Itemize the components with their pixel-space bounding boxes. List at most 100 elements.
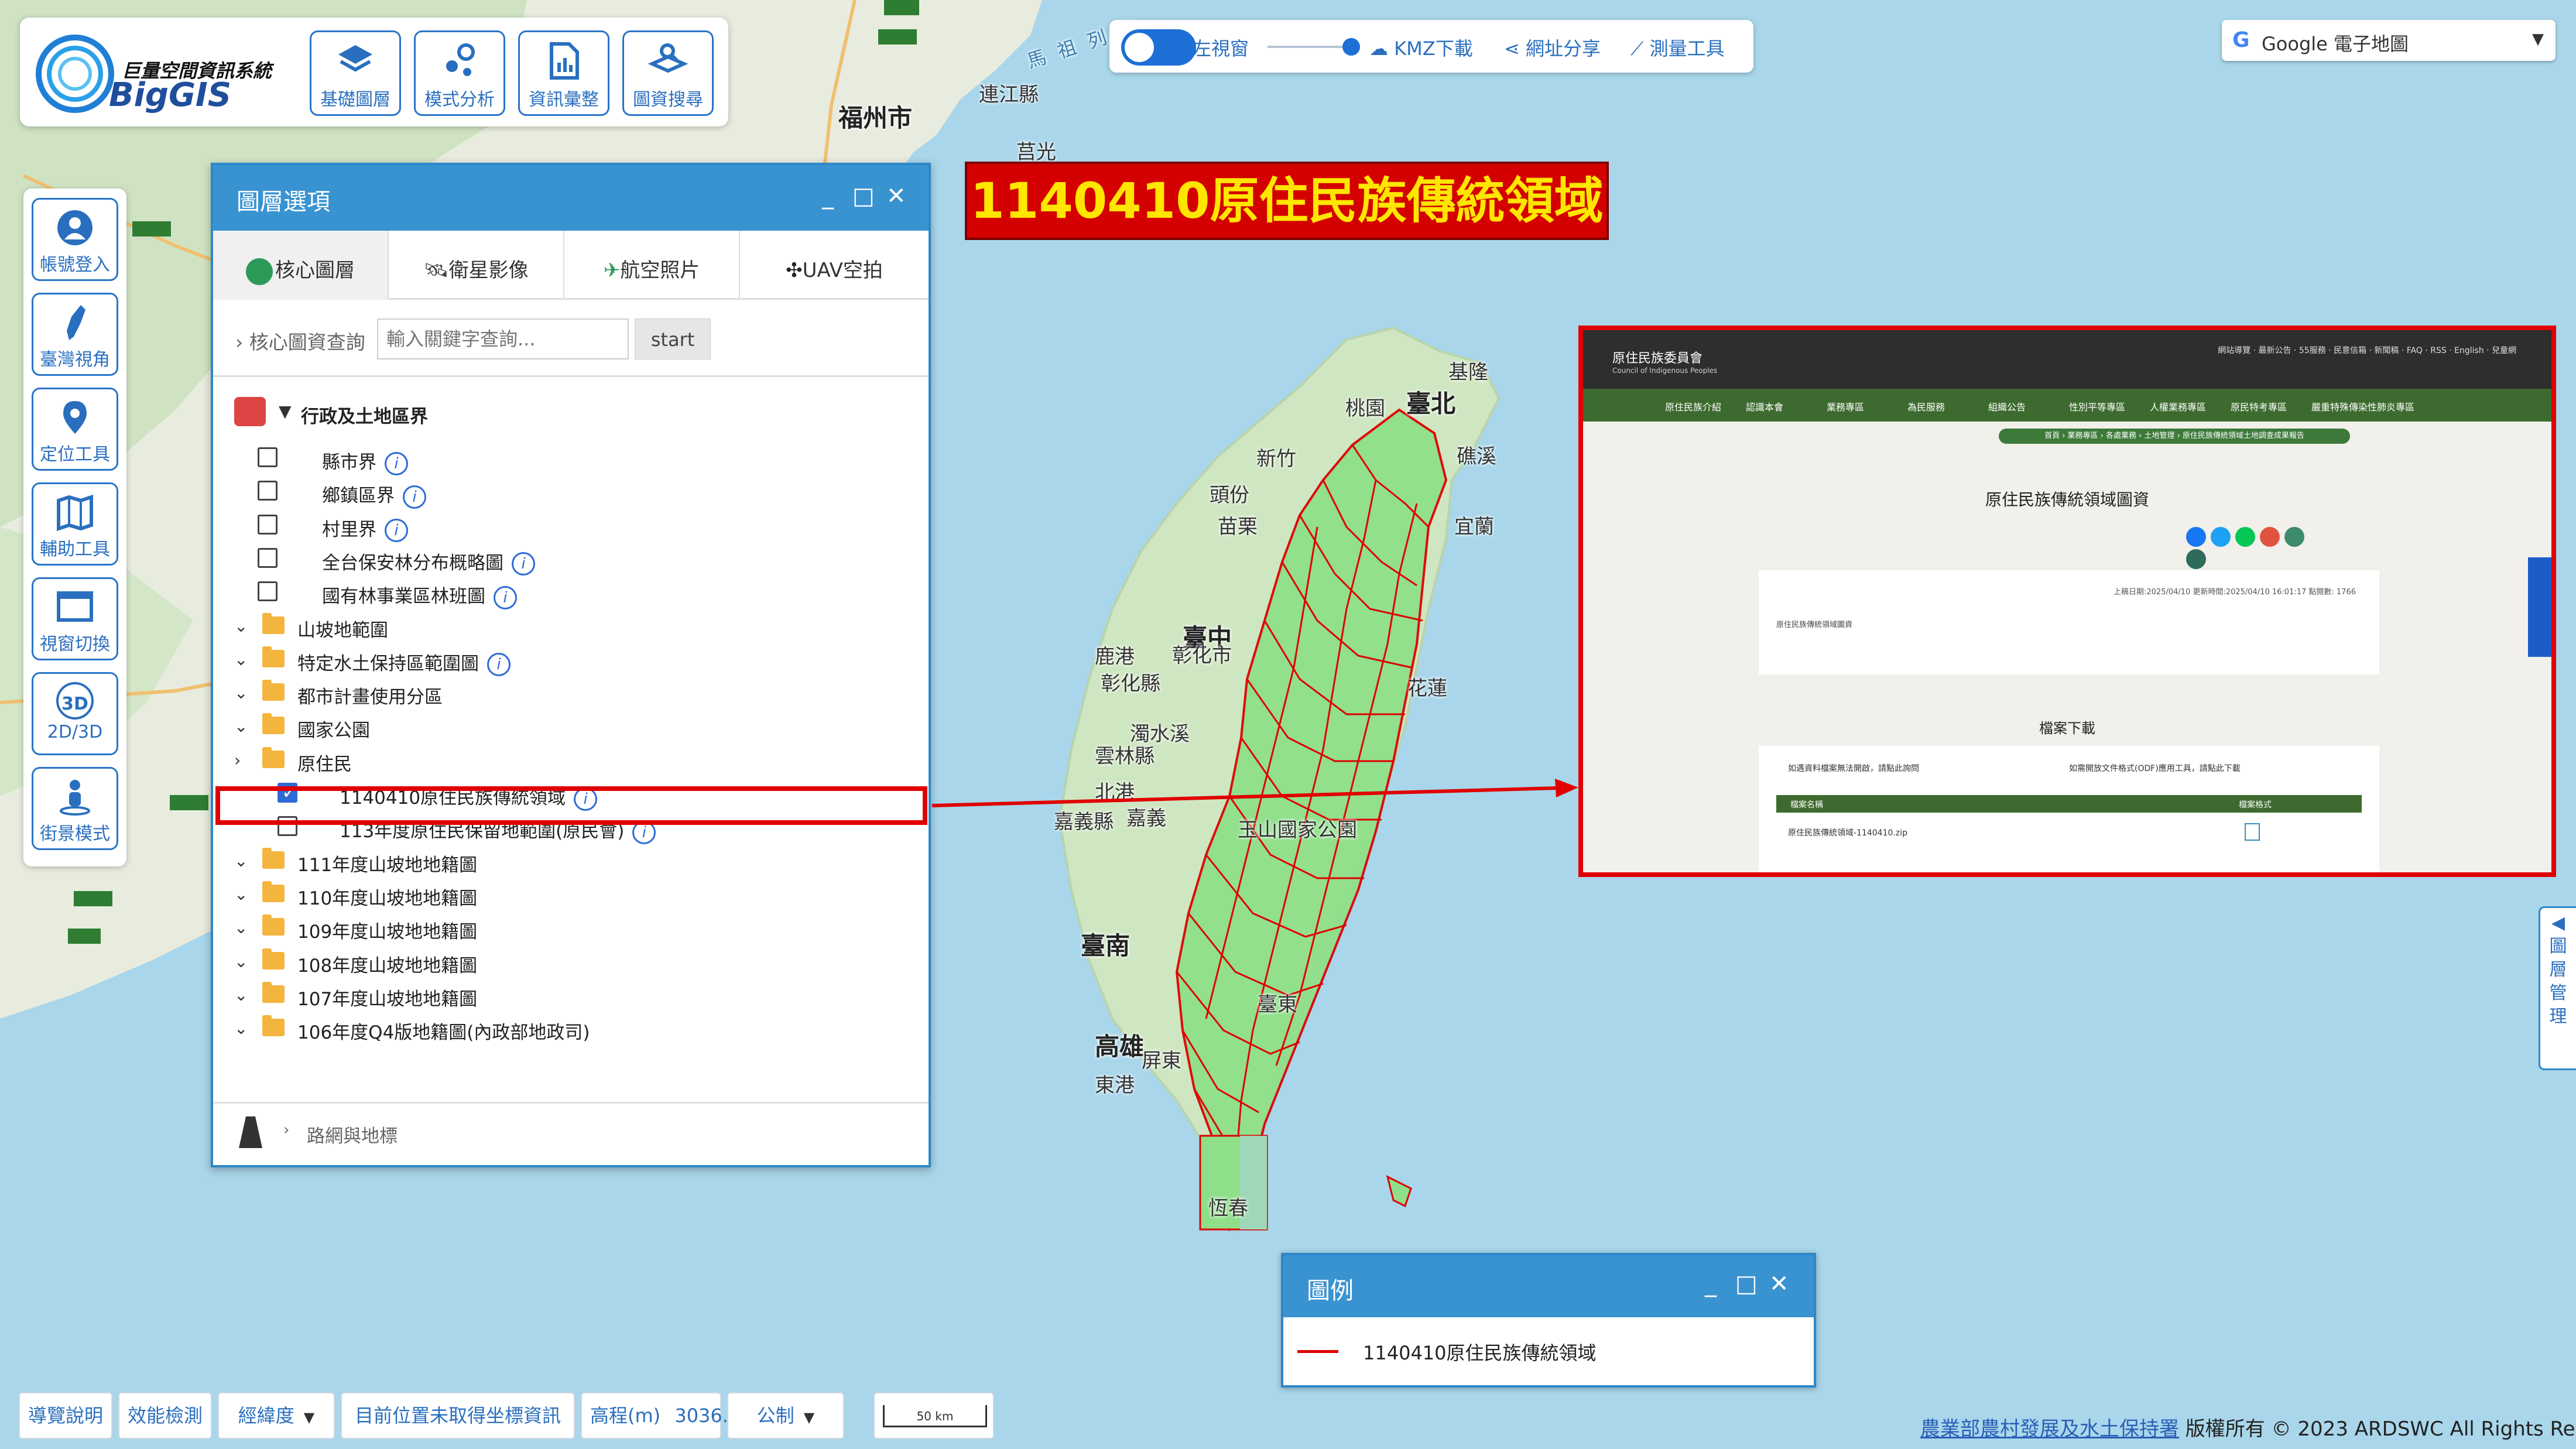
chevron-right-icon[interactable]: › bbox=[234, 751, 241, 770]
aux-tool-button[interactable]: 輔助工具 bbox=[32, 482, 118, 566]
ruler-icon: ⟋ bbox=[1630, 37, 1644, 60]
chevron-down-icon[interactable]: ⌄ bbox=[234, 1019, 248, 1038]
layer-item[interactable]: 全台保安林分布概略圖 i bbox=[213, 542, 929, 576]
opacity-slider-thumb[interactable] bbox=[1342, 38, 1360, 56]
print-icon bbox=[2284, 527, 2304, 547]
tab-aerial-label: 航空照片 bbox=[620, 259, 700, 282]
layer-item[interactable]: ⌄ 107年度山坡地地籍圖 bbox=[213, 978, 929, 1011]
layer-panel-header[interactable]: 圖層選項 _ □ ✕ bbox=[213, 165, 929, 231]
info-summary-button[interactable]: 資訊彙整 bbox=[518, 30, 609, 116]
legend-close-icon[interactable]: ✕ bbox=[1769, 1270, 1789, 1297]
layer-item[interactable]: › 原住民 bbox=[213, 744, 929, 776]
taiwan-view-button[interactable]: 臺灣視角 bbox=[32, 293, 118, 376]
search-start-button[interactable]: start bbox=[635, 318, 711, 359]
layer-item[interactable]: ⌄ 國家公園 bbox=[213, 710, 929, 742]
chevron-down-icon[interactable]: ⌄ bbox=[234, 650, 248, 669]
street-view-button[interactable]: 街景模式 bbox=[32, 767, 118, 850]
google-g-icon: G bbox=[2232, 28, 2250, 52]
info-icon[interactable]: i bbox=[487, 653, 511, 677]
layer-item[interactable]: ⌄ 山坡地範圍 bbox=[213, 609, 929, 642]
map-place-label: 彰化縣 bbox=[1101, 672, 1160, 696]
info-icon[interactable]: i bbox=[385, 519, 408, 543]
minimize-icon[interactable]: _ bbox=[822, 183, 834, 210]
legend-minimize-icon[interactable]: _ bbox=[1705, 1270, 1717, 1297]
chevron-down-icon[interactable]: ⌄ bbox=[234, 717, 248, 736]
data-search-button[interactable]: 圖資搜尋 bbox=[622, 30, 714, 116]
copyright-link[interactable]: 農業部農村發展及水土保持署 bbox=[1920, 1417, 2179, 1441]
layer-item[interactable]: ⌄ 109年度山坡地地籍圖 bbox=[213, 911, 929, 944]
folder-icon bbox=[262, 713, 285, 735]
maximize-icon[interactable]: □ bbox=[852, 183, 875, 210]
layer-item[interactable]: 國有林事業區林班圖 i bbox=[213, 576, 929, 609]
layer-item[interactable]: 鄉鎮區界 i bbox=[213, 475, 929, 509]
layer-group-label: 國家公園 bbox=[297, 720, 370, 742]
locate-tool-button[interactable]: 定位工具 bbox=[32, 388, 118, 471]
tab-uav[interactable]: ✣UAV空拍 bbox=[740, 231, 929, 300]
inset-nav-item: 為民服務 bbox=[1907, 402, 1945, 413]
performance-button[interactable]: 效能檢測 bbox=[118, 1392, 212, 1439]
layer-item[interactable]: ⌄ 110年度山坡地地籍圖 bbox=[213, 878, 929, 910]
section-admin-boundaries[interactable]: ▼ 行政及土地區界 bbox=[213, 391, 929, 432]
folder-icon bbox=[262, 914, 285, 936]
layer-checkbox[interactable] bbox=[258, 447, 278, 467]
chevron-down-icon[interactable]: ⌄ bbox=[234, 985, 248, 1005]
coord-type-select[interactable]: 經緯度 ▼ bbox=[218, 1392, 335, 1439]
legend-header[interactable]: 圖例 _ □ ✕ bbox=[1283, 1255, 1814, 1317]
unit-select[interactable]: 公制 ▼ bbox=[727, 1392, 844, 1439]
dimension-toggle-button[interactable]: 3D 2D/3D bbox=[32, 672, 118, 755]
layer-item[interactable]: ⌄ 108年度山坡地地籍圖 bbox=[213, 945, 929, 978]
chevron-down-icon[interactable]: ⌄ bbox=[234, 851, 248, 871]
section-road-network[interactable]: › 路網與地標 bbox=[213, 1102, 929, 1155]
core-search-input[interactable] bbox=[377, 318, 629, 359]
left-window-toggle[interactable] bbox=[1121, 29, 1196, 66]
layer-item[interactable]: ⌄ 特定水土保持區範圍圖 i bbox=[213, 643, 929, 677]
layer-item[interactable]: ⌄ 111年度山坡地地籍圖 bbox=[213, 844, 929, 877]
share-url-button[interactable]: ⋖ 網址分享 bbox=[1504, 34, 1601, 61]
layer-checkbox[interactable] bbox=[258, 514, 278, 535]
aux-tool-label: 輔助工具 bbox=[40, 539, 110, 560]
document-chart-icon bbox=[550, 42, 579, 80]
folder-icon bbox=[262, 646, 285, 667]
chevron-down-icon[interactable]: ⌄ bbox=[234, 918, 248, 937]
layer-checkbox[interactable] bbox=[258, 547, 278, 568]
layer-checkbox[interactable] bbox=[258, 581, 278, 602]
legend-maximize-icon[interactable]: □ bbox=[1735, 1270, 1758, 1297]
toggle-knob bbox=[1125, 33, 1154, 62]
layer-group-label: 特定水土保持區範圍圖 i bbox=[297, 649, 511, 677]
map-place-label: 高雄 bbox=[1095, 1032, 1145, 1061]
model-analysis-button[interactable]: 模式分析 bbox=[414, 30, 505, 116]
layer-item[interactable]: 村里界 i bbox=[213, 509, 929, 543]
chevron-down-icon[interactable]: ⌄ bbox=[234, 616, 248, 636]
cube-icon: 3D bbox=[56, 682, 94, 720]
layer-management-tab[interactable]: ◀ 圖 層 管 理 bbox=[2539, 906, 2576, 1070]
close-icon[interactable]: ✕ bbox=[886, 183, 906, 210]
tab-char: 圖 bbox=[2549, 936, 2567, 957]
layer-group-label: 原住民 bbox=[297, 753, 352, 775]
layer-item[interactable]: ⌄ 106年度Q4版地籍圖(內政部地政司) bbox=[213, 1012, 929, 1044]
layer-item[interactable]: 縣市界 i bbox=[213, 441, 929, 475]
login-button[interactable]: 帳號登入 bbox=[32, 198, 118, 281]
chevron-down-icon[interactable]: ⌄ bbox=[234, 885, 248, 904]
kmz-download-button[interactable]: ☁ KMZ下載 bbox=[1369, 34, 1473, 61]
layer-checkbox[interactable] bbox=[258, 481, 278, 501]
chevron-down-icon[interactable]: ⌄ bbox=[234, 683, 248, 703]
basemap-select[interactable]: G Google 電子地圖 ▼ bbox=[2222, 20, 2556, 61]
tab-satellite[interactable]: 🛰衛星影像 bbox=[389, 231, 564, 300]
highlight-box bbox=[215, 786, 927, 825]
model-analysis-label: 模式分析 bbox=[424, 90, 495, 110]
info-icon[interactable]: i bbox=[403, 485, 426, 509]
info-icon[interactable]: i bbox=[385, 451, 408, 475]
map-place-label: 礁溪 bbox=[1457, 445, 1496, 468]
info-icon[interactable]: i bbox=[494, 585, 517, 609]
layer-group-label: 都市計畫使用分區 bbox=[297, 687, 443, 708]
window-switch-button[interactable]: 視窗切換 bbox=[32, 577, 118, 660]
guide-button[interactable]: 導覽說明 bbox=[19, 1392, 112, 1439]
layer-item[interactable]: ⌄ 都市計畫使用分區 bbox=[213, 676, 929, 709]
info-icon[interactable]: i bbox=[512, 552, 535, 576]
chevron-down-icon[interactable]: ⌄ bbox=[234, 952, 248, 971]
base-layers-button[interactable]: 基礎圖層 bbox=[310, 30, 401, 116]
tab-aerial[interactable]: ✈航空照片 bbox=[564, 231, 740, 300]
measure-tool-button[interactable]: ⟋ 測量工具 bbox=[1630, 34, 1725, 61]
tab-core-layers[interactable]: 核心圖層 bbox=[213, 231, 389, 300]
legend-panel: 圖例 _ □ ✕ 1140410原住民族傳統領域 bbox=[1281, 1253, 1816, 1388]
